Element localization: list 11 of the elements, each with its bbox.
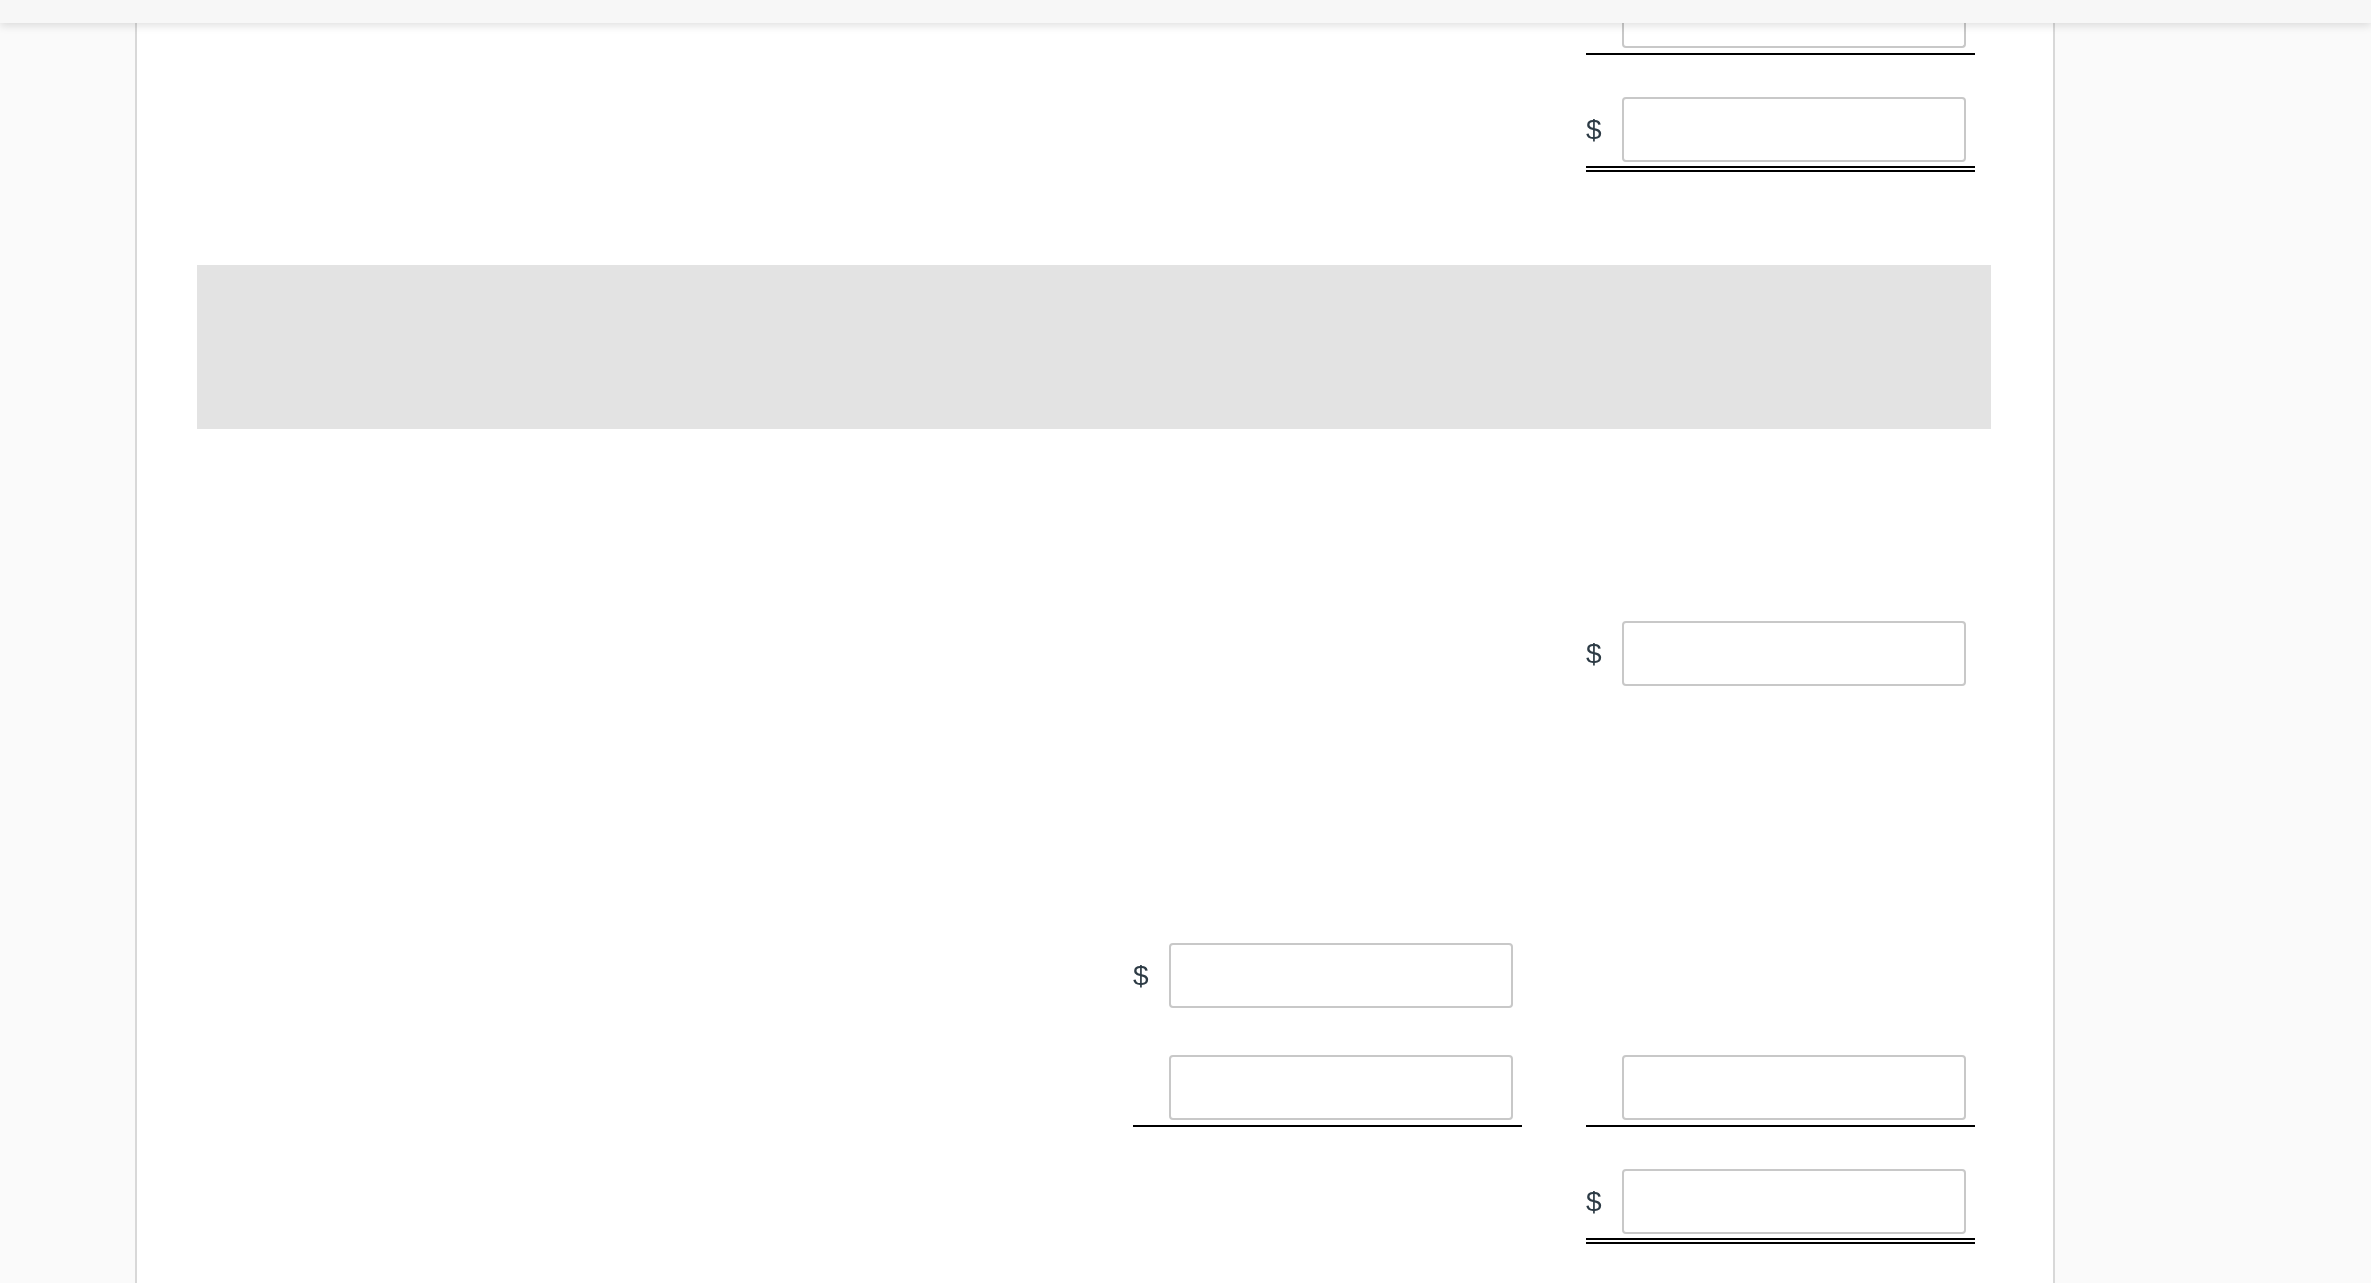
currency-symbol: $ [1586, 115, 1602, 144]
currency-symbol: $ [1586, 1187, 1602, 1216]
input-field[interactable] [1622, 1169, 1966, 1234]
input-field[interactable] [1169, 1055, 1513, 1120]
currency-symbol: $ [1133, 961, 1149, 990]
input-field[interactable] [1622, 621, 1966, 686]
input-field[interactable] [1622, 1055, 1966, 1120]
input-field[interactable] [1622, 97, 1966, 162]
input-field[interactable] [1169, 943, 1513, 1008]
currency-symbol: $ [1586, 639, 1602, 668]
input-field[interactable] [1622, 23, 1966, 48]
